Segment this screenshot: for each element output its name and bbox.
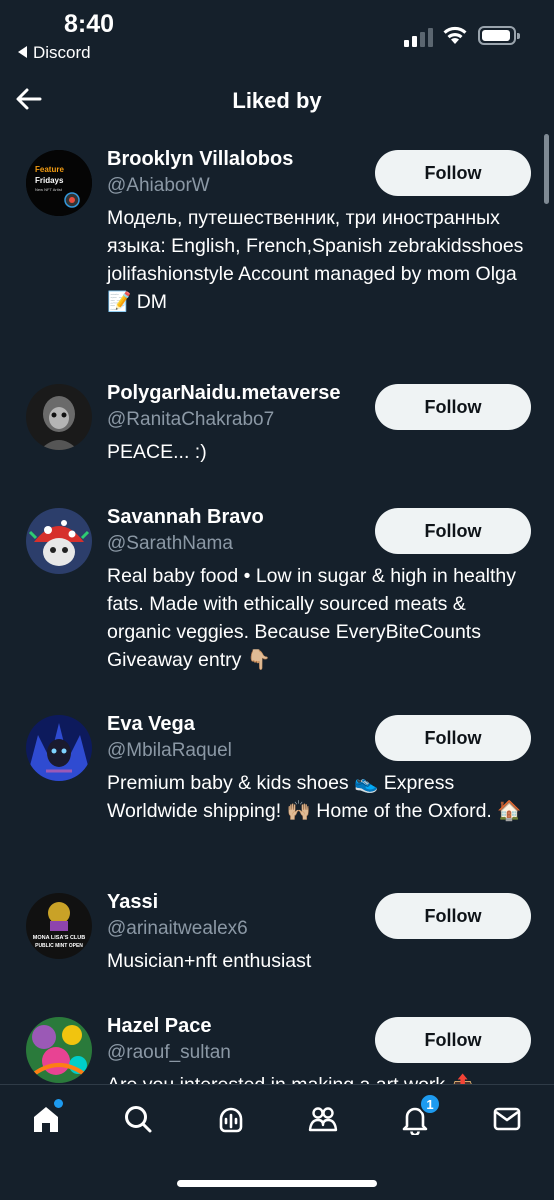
new-content-dot xyxy=(54,1099,63,1108)
status-bar: 8:40 Discord xyxy=(0,0,554,70)
avatar[interactable] xyxy=(26,1017,92,1083)
user-bio: Premium baby & kids shoes 👟 Express Worl… xyxy=(107,772,522,822)
user-handle[interactable]: @RanitaChakrabo7 xyxy=(107,409,274,431)
user-name[interactable]: PolygarNaidu.metaverse xyxy=(107,382,340,405)
battery-icon xyxy=(478,26,520,45)
avatar[interactable]: Feature Fridays New NFT Artist xyxy=(26,150,92,216)
communities-icon xyxy=(308,1107,338,1132)
back-app-label: Discord xyxy=(33,43,91,62)
avatar-text: Feature xyxy=(35,165,64,174)
user-list-item[interactable]: Feature Fridays New NFT Artist Brooklyn … xyxy=(0,140,554,380)
avatar[interactable] xyxy=(26,715,92,781)
user-list-item[interactable]: Savannah Bravo @SarathNama Real baby foo… xyxy=(0,498,554,698)
notification-count-badge: 1 xyxy=(419,1093,441,1115)
user-name[interactable]: Hazel Pace xyxy=(107,1015,212,1038)
avatar[interactable] xyxy=(26,508,92,574)
follow-button[interactable]: Follow xyxy=(375,893,531,939)
user-bio: Are you interested in making a art work … xyxy=(107,1071,527,1084)
user-name[interactable]: Yassi xyxy=(107,891,158,914)
spaces-icon xyxy=(219,1107,243,1133)
user-bio: Musician+nft enthusiast xyxy=(107,950,312,972)
avatar-text: Fridays xyxy=(35,176,64,185)
user-bio: PEACE... :) xyxy=(107,441,207,463)
avatar[interactable]: MONA LISA'S CLUB PUBLIC MINT OPEN xyxy=(26,893,92,959)
follow-button[interactable]: Follow xyxy=(375,508,531,554)
back-triangle-icon xyxy=(18,46,27,58)
avatar-text: MONA LISA'S CLUB xyxy=(33,935,85,941)
user-handle[interactable]: @raouf_sultan xyxy=(107,1042,231,1064)
follow-button[interactable]: Follow xyxy=(375,715,531,761)
liked-by-list[interactable]: Feature Fridays New NFT Artist Brooklyn … xyxy=(0,140,554,1084)
user-list-item[interactable]: Eva Vega @MbilaRaquel Premium baby & kid… xyxy=(0,705,554,885)
tab-messages[interactable] xyxy=(487,1099,527,1139)
tab-search[interactable] xyxy=(118,1099,158,1139)
follow-button[interactable]: Follow xyxy=(375,150,531,196)
tab-home[interactable] xyxy=(26,1099,66,1139)
user-handle[interactable]: @SarathNama xyxy=(107,533,233,555)
follow-button[interactable]: Follow xyxy=(375,384,531,430)
status-time: 8:40 xyxy=(64,10,115,38)
tab-notifications[interactable]: 1 xyxy=(395,1093,441,1139)
wifi-icon xyxy=(442,24,468,46)
user-list-item[interactable]: PolygarNaidu.metaverse @RanitaChakrabo7 … xyxy=(0,374,554,498)
tab-spaces[interactable] xyxy=(211,1099,251,1139)
messages-icon xyxy=(493,1107,521,1131)
user-list-item[interactable]: MONA LISA'S CLUB PUBLIC MINT OPEN Yassi … xyxy=(0,883,554,1007)
home-indicator[interactable] xyxy=(177,1180,377,1187)
user-handle[interactable]: @AhiaborW xyxy=(107,175,210,197)
user-handle[interactable]: @arinaitwealex6 xyxy=(107,918,248,940)
user-name[interactable]: Savannah Bravo xyxy=(107,506,264,529)
back-to-app-link[interactable]: Discord xyxy=(18,43,91,63)
scrollbar[interactable] xyxy=(544,134,549,204)
tab-communities[interactable] xyxy=(303,1099,343,1139)
follow-button[interactable]: Follow xyxy=(375,1017,531,1063)
avatar[interactable] xyxy=(26,384,92,450)
search-icon xyxy=(125,1106,152,1133)
avatar-text: PUBLIC MINT OPEN xyxy=(35,943,83,949)
user-name[interactable]: Brooklyn Villalobos xyxy=(107,148,293,171)
user-handle[interactable]: @MbilaRaquel xyxy=(107,740,232,762)
avatar-text: New NFT Artist xyxy=(35,187,63,192)
user-list-item[interactable]: Hazel Pace @raouf_sultan Are you interes… xyxy=(0,1007,554,1084)
header: Liked by xyxy=(0,70,554,130)
page-title: Liked by xyxy=(232,88,322,113)
user-name[interactable]: Eva Vega xyxy=(107,713,195,736)
user-bio: Модель, путешественник, три иностранных … xyxy=(107,207,524,313)
cellular-signal-icon xyxy=(404,25,434,47)
user-bio: Real baby food • Low in sugar & high in … xyxy=(107,565,517,671)
